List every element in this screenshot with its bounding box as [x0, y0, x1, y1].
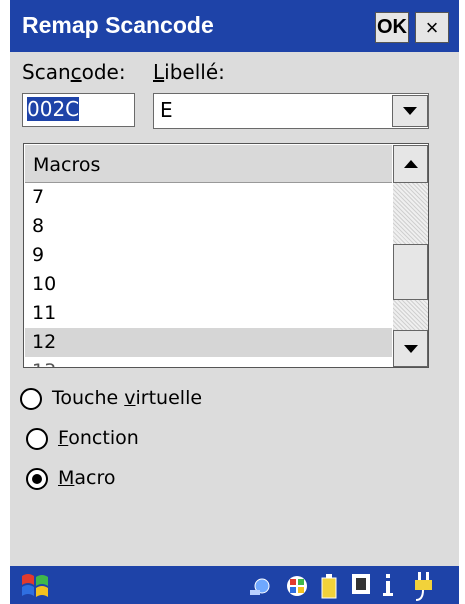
title-bar: Remap Scancode OK × [10, 0, 459, 52]
ok-button[interactable]: OK [375, 12, 409, 43]
chevron-down-icon [403, 107, 417, 115]
window-title: Remap Scancode [22, 12, 214, 38]
list-header: Macros [25, 145, 392, 183]
list-item[interactable]: 8 [25, 212, 392, 241]
scancode-input[interactable]: 002C [22, 93, 135, 127]
network-globe-icon [287, 576, 307, 596]
taskbar [10, 566, 459, 604]
connectivity-icon [250, 578, 270, 595]
taskbar-icons [22, 572, 432, 601]
radio-dot [32, 474, 42, 484]
radio-macro-label: Macro [58, 467, 116, 489]
chevron-up-icon [403, 160, 418, 168]
macros-listbox[interactable]: Macros 7 8 9 10 11 12 13 [23, 143, 429, 368]
info-icon [383, 574, 393, 596]
list-item-selected[interactable]: 12 [25, 328, 392, 357]
scroll-down-button[interactable] [393, 330, 428, 367]
label-combobox[interactable]: E [153, 93, 429, 129]
radio-circle[interactable] [26, 428, 48, 450]
radio-virtual-key-label: Touche virtuelle [52, 387, 203, 409]
list-item-partial: 13 [25, 357, 392, 367]
scroll-up-button[interactable] [393, 145, 428, 183]
sim-card-icon [352, 574, 370, 594]
list-header-label: Macros [33, 154, 101, 176]
radio-circle[interactable] [20, 388, 42, 410]
label-combobox-value: E [160, 98, 173, 122]
scancode-label: Scancode: [22, 60, 126, 84]
radio-macro[interactable]: Macro [26, 465, 326, 495]
scancode-value: 002C [27, 97, 80, 121]
chevron-down-icon [403, 344, 418, 353]
radio-virtual-key[interactable]: Touche virtuelle [20, 385, 320, 415]
list-item[interactable]: 11 [25, 299, 392, 328]
scrollbar-thumb[interactable] [393, 244, 428, 300]
power-plug-icon [415, 572, 432, 601]
list-item[interactable]: 7 [25, 183, 392, 212]
list-item[interactable]: 9 [25, 241, 392, 270]
device-screen: Remap Scancode OK × Scancode: Libellé: 0… [10, 0, 459, 604]
battery-icon [321, 574, 337, 599]
close-button[interactable]: × [415, 12, 449, 43]
label-label: Libellé: [153, 60, 225, 84]
radio-circle-selected[interactable] [26, 468, 48, 490]
radio-function[interactable]: Fonction [26, 425, 326, 455]
label-dropdown-button[interactable] [392, 95, 428, 127]
list-item[interactable]: 10 [25, 270, 392, 299]
start-windows-icon [22, 574, 48, 597]
radio-function-label: Fonction [58, 427, 139, 449]
